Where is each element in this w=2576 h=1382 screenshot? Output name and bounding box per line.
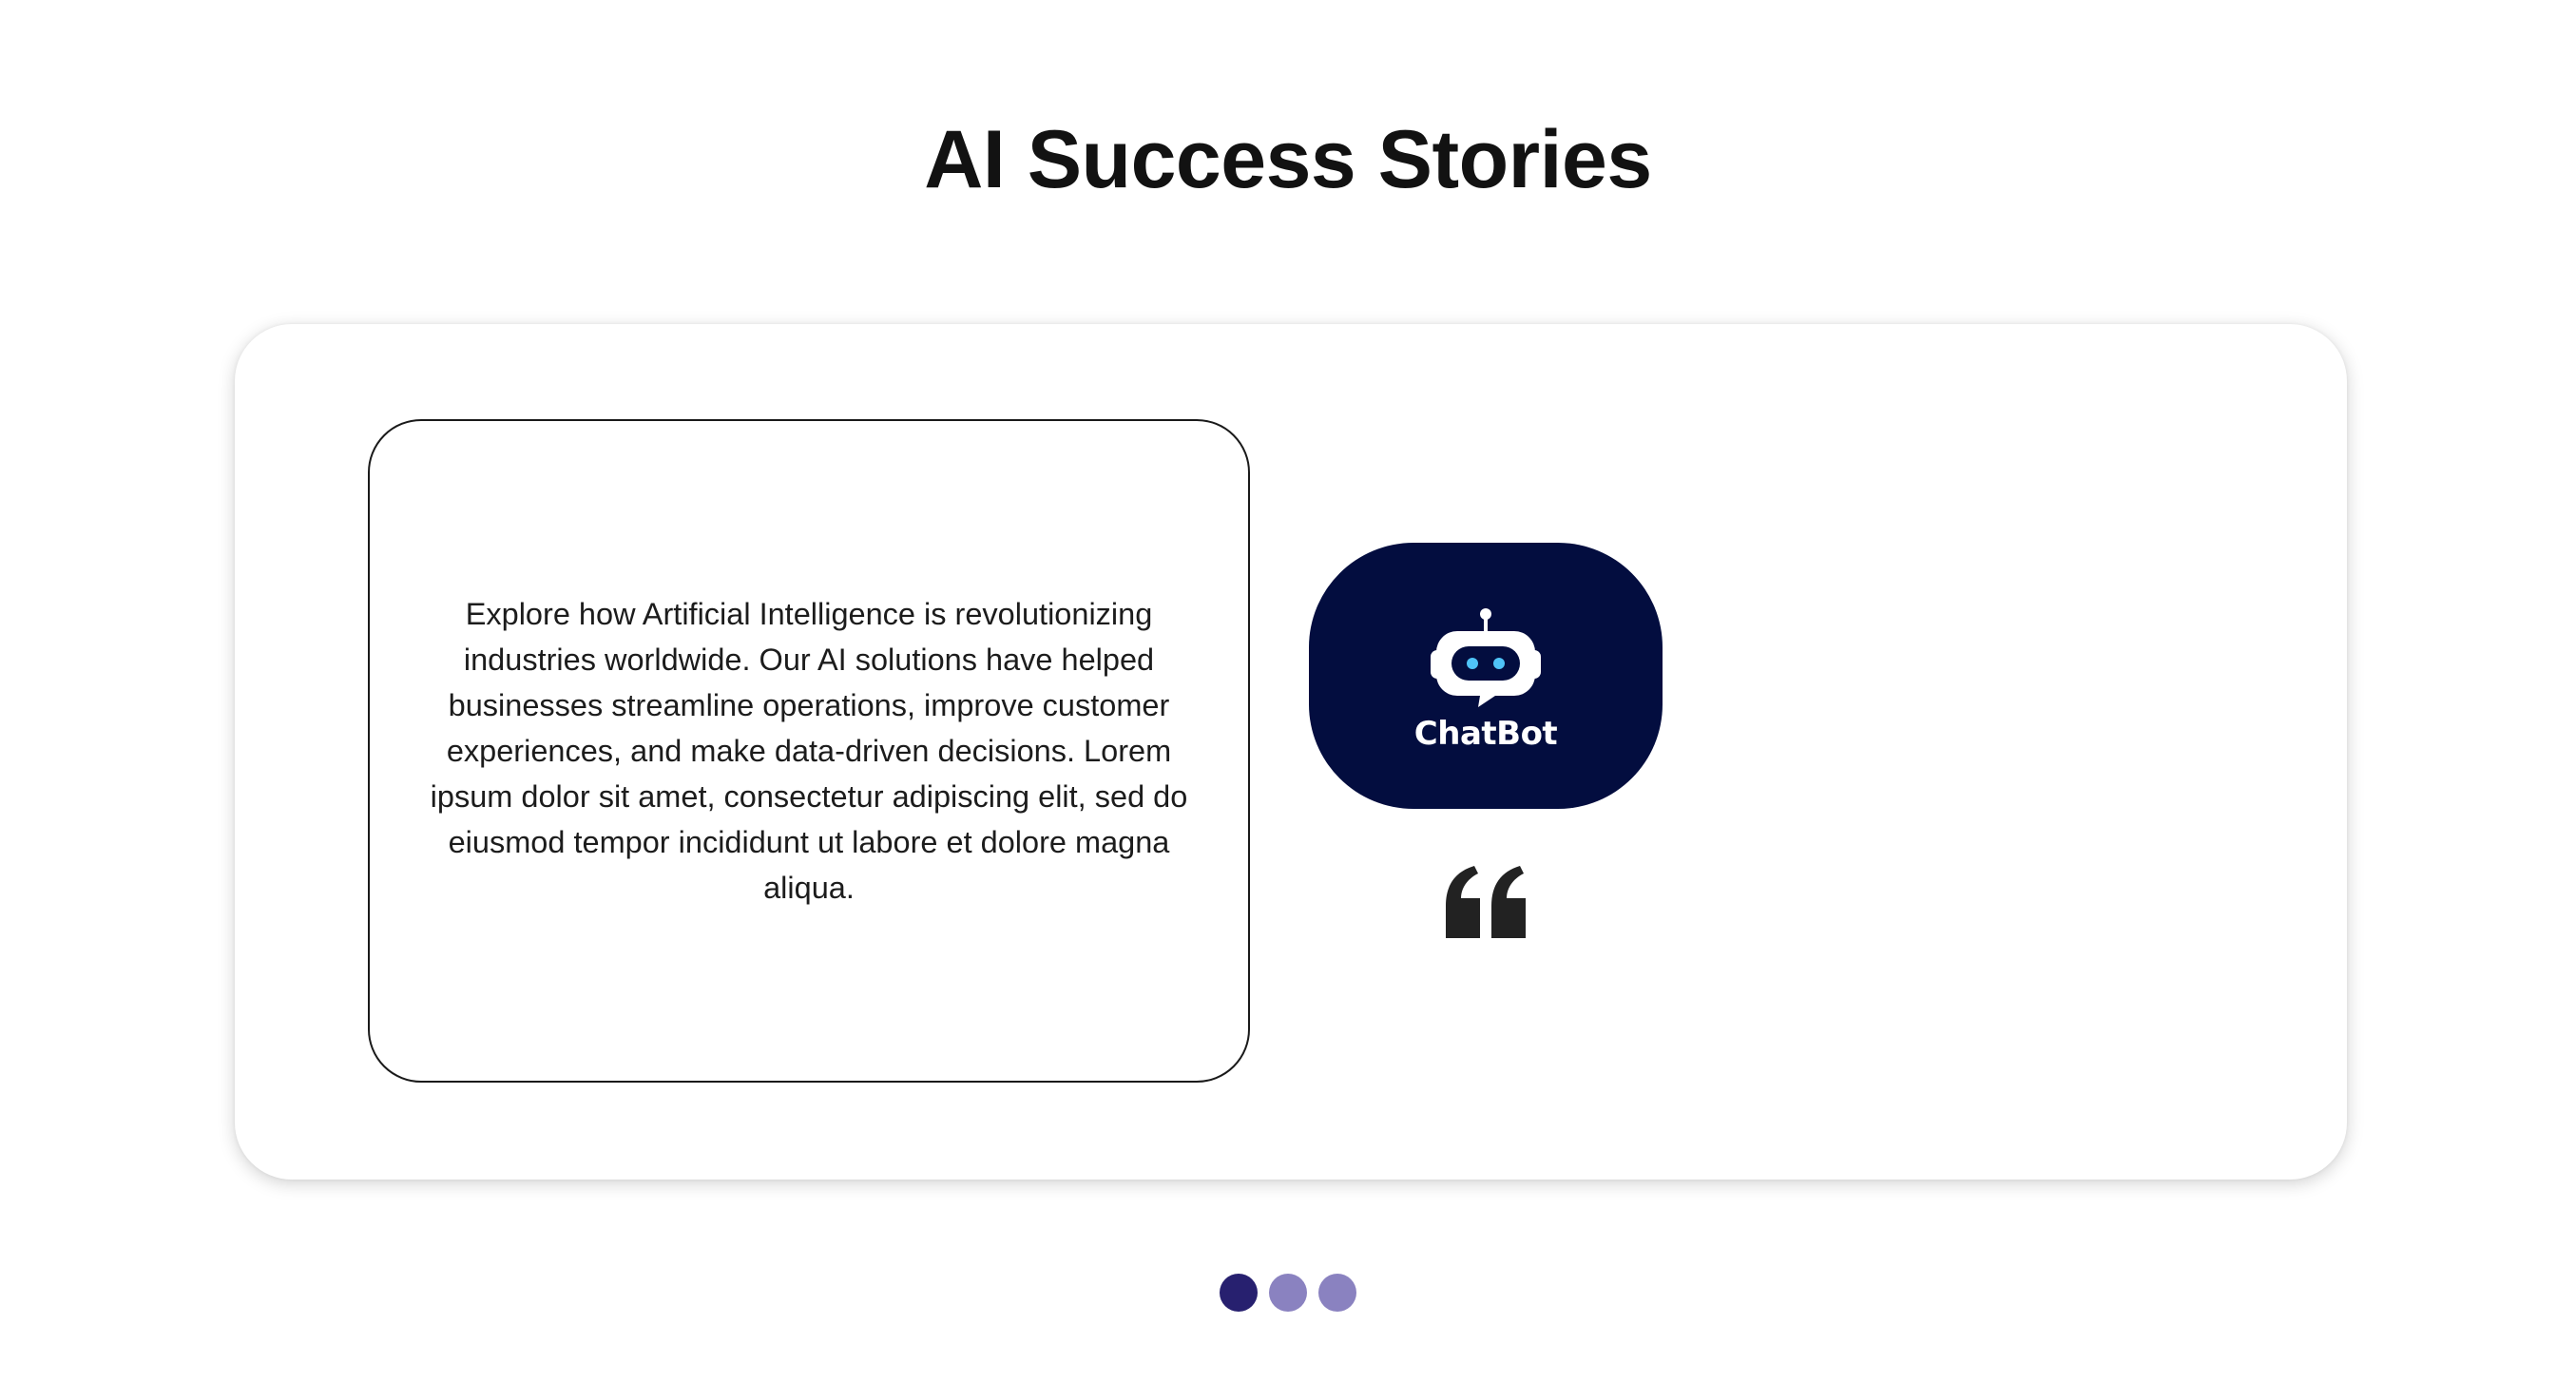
robot-icon xyxy=(1431,608,1541,707)
chatbot-logo: ChatBot xyxy=(1309,543,1663,809)
page: AI Success Stories Explore how Artificia… xyxy=(0,0,2576,1382)
testimonial-slider: Explore how Artificial Intelligence is r… xyxy=(235,324,2347,1180)
story-card: Explore how Artificial Intelligence is r… xyxy=(368,419,1250,1083)
quote-icon xyxy=(1446,866,1526,938)
pagination-dot-3[interactable] xyxy=(1318,1274,1356,1312)
pagination-dot-2[interactable] xyxy=(1269,1274,1307,1312)
story-text: Explore how Artificial Intelligence is r… xyxy=(430,597,1188,905)
pagination xyxy=(0,1274,2576,1312)
logo-text: ChatBot xyxy=(1413,715,1558,753)
page-title: AI Success Stories xyxy=(924,114,1652,205)
pagination-dot-active[interactable] xyxy=(1220,1274,1258,1312)
